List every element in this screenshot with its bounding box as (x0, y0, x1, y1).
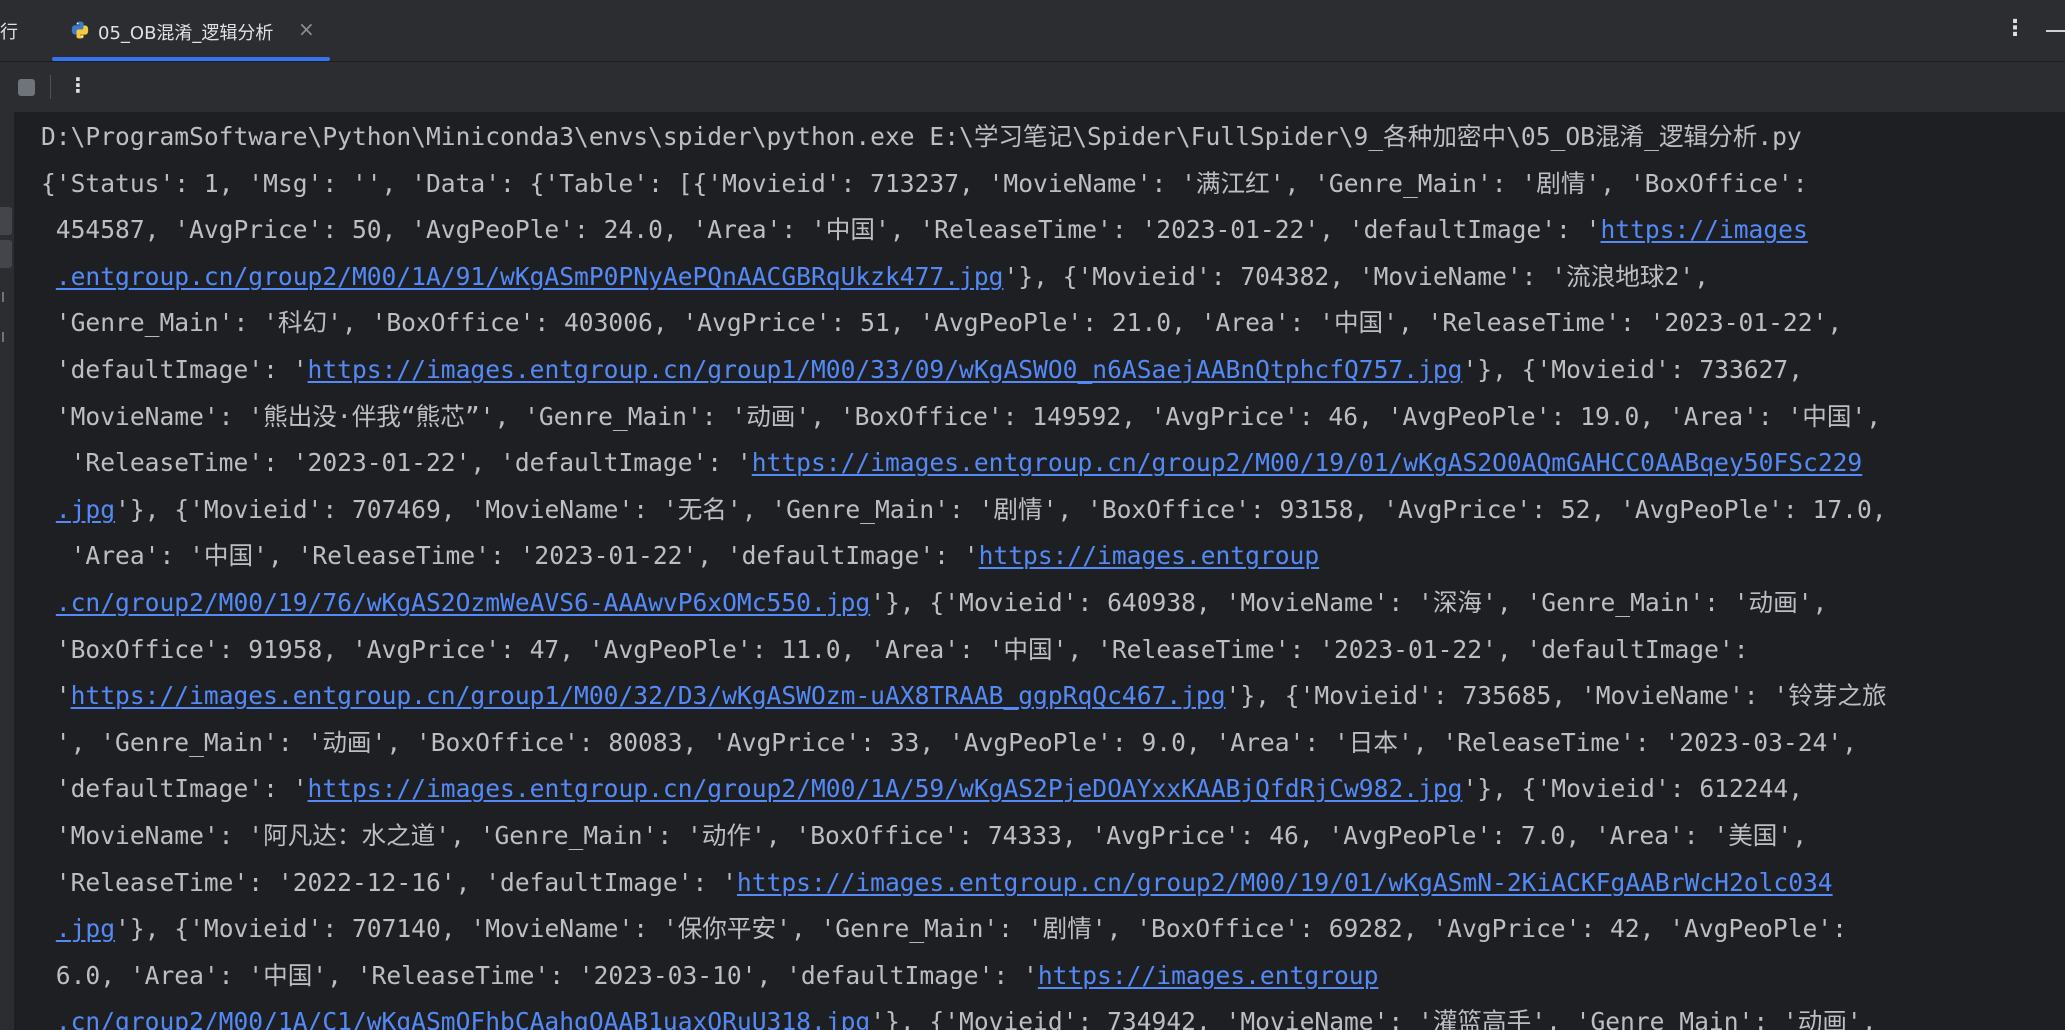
active-tab-indicator (52, 57, 330, 61)
console-line: 'ReleaseTime': '2022-12-16', 'defaultIma… (41, 860, 1833, 906)
console-text: 'Genre_Main': '科幻', 'BoxOffice': 403006,… (41, 308, 1843, 338)
console-line: .jpg'}, {'Movieid': 707469, 'MovieName':… (41, 487, 1887, 533)
console-line: .cn/group2/M00/19/76/wKgAS2OzmWeAVS6-AAA… (41, 580, 1828, 626)
stop-icon[interactable] (18, 79, 35, 96)
console-text: ', 'Genre_Main': '动画', 'BoxOffice': 8008… (41, 727, 1857, 757)
console-line: ', 'Genre_Main': '动画', 'BoxOffice': 8008… (41, 720, 1857, 766)
console-link[interactable]: https://images.entgroup.cn/group1/M00/32… (71, 681, 1226, 710)
console-line: 6.0, 'Area': '中国', 'ReleaseTime': '2023-… (41, 953, 1379, 999)
console-text: 'ReleaseTime': '2022-12-16', 'defaultIma… (41, 867, 737, 897)
console-text: '}, {'Movieid': 704382, 'MovieName': '流浪… (1003, 261, 1709, 291)
console-text: '}, {'Movieid': 707140, 'MovieName': '保你… (115, 914, 1847, 944)
console-link[interactable]: .jpg (56, 495, 115, 524)
console-text: '}, {'Movieid': 734942, 'MovieName': '灌篮… (870, 1007, 1877, 1030)
console-text: 'defaultImage': ' (41, 355, 308, 384)
console-link[interactable]: https://images.entgroup.cn/group2/M00/19… (737, 868, 1833, 897)
console-text: 'defaultImage': ' (41, 774, 308, 804)
console-line: 'defaultImage': 'https://images.entgroup… (41, 347, 1803, 393)
console-text: 454587, 'AvgPrice': 50, 'AvgPeoPle': 24.… (41, 215, 1601, 245)
console-line: 'Area': '中国', 'ReleaseTime': '2023-01-22… (41, 533, 1320, 579)
console-output[interactable]: D:\ProgramSoftware\Python\Miniconda3\env… (14, 112, 2065, 1030)
console-text: 6.0, 'Area': '中国', 'ReleaseTime': '2023-… (41, 960, 1038, 990)
toolbar-more-icon[interactable]: ⋮ (68, 73, 88, 97)
console-text: 'ReleaseTime': '2023-01-22', 'defaultIma… (41, 448, 752, 478)
python-icon (71, 21, 89, 39)
console-text: '}, {'Movieid': 707469, 'MovieName': '无名… (115, 494, 1887, 524)
tool-window-tab-bar: 运行 05_OB混淆_逻辑分析 × ⋮ (0, 0, 2065, 62)
console-link[interactable]: https://images.entgroup.cn/group2/M00/19… (752, 448, 1863, 477)
gutter-rerun-icon[interactable] (0, 207, 12, 235)
tab-title: 05_OB混淆_逻辑分析 (98, 23, 274, 44)
console-text: 'BoxOffice': 91958, 'AvgPrice': 47, 'Avg… (41, 634, 1749, 664)
minimize-icon[interactable] (2046, 30, 2065, 32)
tab-run-config[interactable]: 05_OB混淆_逻辑分析 × (52, 0, 330, 61)
console-text: D:\ProgramSoftware\Python\Miniconda3\env… (41, 122, 1802, 151)
console-text: 'Area': '中国', 'ReleaseTime': '2023-01-22… (41, 541, 979, 571)
console-line: 'ReleaseTime': '2023-01-22', 'defaultIma… (41, 440, 1863, 486)
tab-run[interactable]: 运行 (0, 18, 18, 44)
gutter-print-icon[interactable] (2, 332, 11, 342)
gutter-soft-wrap-icon[interactable] (0, 240, 12, 268)
console-line: D:\ProgramSoftware\Python\Miniconda3\env… (41, 114, 1802, 160)
console-text: '}, {'Movieid': 640938, 'MovieName': '深海… (870, 588, 1828, 617)
console-link[interactable]: .cn/group2/M00/19/76/wKgAS2OzmWeAVS6-AAA… (56, 588, 870, 617)
console-line: 'defaultImage': 'https://images.entgroup… (41, 766, 1803, 812)
console-link[interactable]: https://images.entgroup.cn/group2/M00/1A… (308, 774, 1463, 803)
console-text: ' (41, 681, 71, 711)
console-line: {'Status': 1, 'Msg': '', 'Data': {'Table… (41, 161, 1808, 207)
console-line: 'BoxOffice': 91958, 'AvgPrice': 47, 'Avg… (41, 627, 1749, 673)
console-line: 'MovieName': '熊出没·伴我“熊芯”', 'Genre_Main':… (41, 394, 1881, 440)
console-link[interactable]: https://images (1600, 215, 1807, 244)
console-link[interactable]: .jpg (56, 914, 115, 943)
console-link[interactable]: https://images.entgroup.cn/group1/M00/33… (308, 355, 1463, 384)
console-link[interactable]: .cn/group2/M00/1A/C1/wKgASmQFhbCAahgOAAB… (56, 1007, 870, 1030)
console-link[interactable]: .entgroup.cn/group2/M00/1A/91/wKgASmP0PN… (56, 262, 1004, 291)
close-icon[interactable]: × (298, 17, 315, 41)
more-options-icon[interactable]: ⋮ (2004, 16, 2026, 41)
console-line: 454587, 'AvgPrice': 50, 'AvgPeoPle': 24.… (41, 207, 1808, 253)
console-link[interactable]: https://images.entgroup (979, 541, 1320, 570)
console-line: .entgroup.cn/group2/M00/1A/91/wKgASmP0PN… (41, 254, 1709, 300)
console-line: .jpg'}, {'Movieid': 707140, 'MovieName':… (41, 906, 1847, 952)
console-line: 'https://images.entgroup.cn/group1/M00/3… (41, 673, 1887, 719)
toolbar-divider (50, 75, 51, 99)
gutter-scroll-icon[interactable] (2, 292, 11, 302)
console-text: '}, {'Movieid': 735685, 'MovieName': '铃芽… (1225, 681, 1887, 711)
run-toolbar: ⋮ (0, 62, 2065, 112)
console-text: '}, {'Movieid': 733627, (1462, 355, 1804, 384)
console-line: 'MovieName': '阿凡达：水之道', 'Genre_Main': '动… (41, 813, 1807, 859)
console-line: 'Genre_Main': '科幻', 'BoxOffice': 403006,… (41, 300, 1842, 346)
console-text: 'MovieName': '熊出没·伴我“熊芯”', 'Genre_Main':… (41, 401, 1882, 431)
console-link[interactable]: https://images.entgroup (1038, 961, 1379, 990)
console-text: '}, {'Movieid': 612244, (1462, 774, 1804, 804)
console-gutter (0, 112, 14, 1030)
console-line: .cn/group2/M00/1A/C1/wKgASmQFhbCAahgOAAB… (41, 999, 1877, 1030)
console-text: {'Status': 1, 'Msg': '', 'Data': {'Table… (41, 168, 1808, 198)
console-text: 'MovieName': '阿凡达：水之道', 'Genre_Main': '动… (41, 821, 1808, 850)
